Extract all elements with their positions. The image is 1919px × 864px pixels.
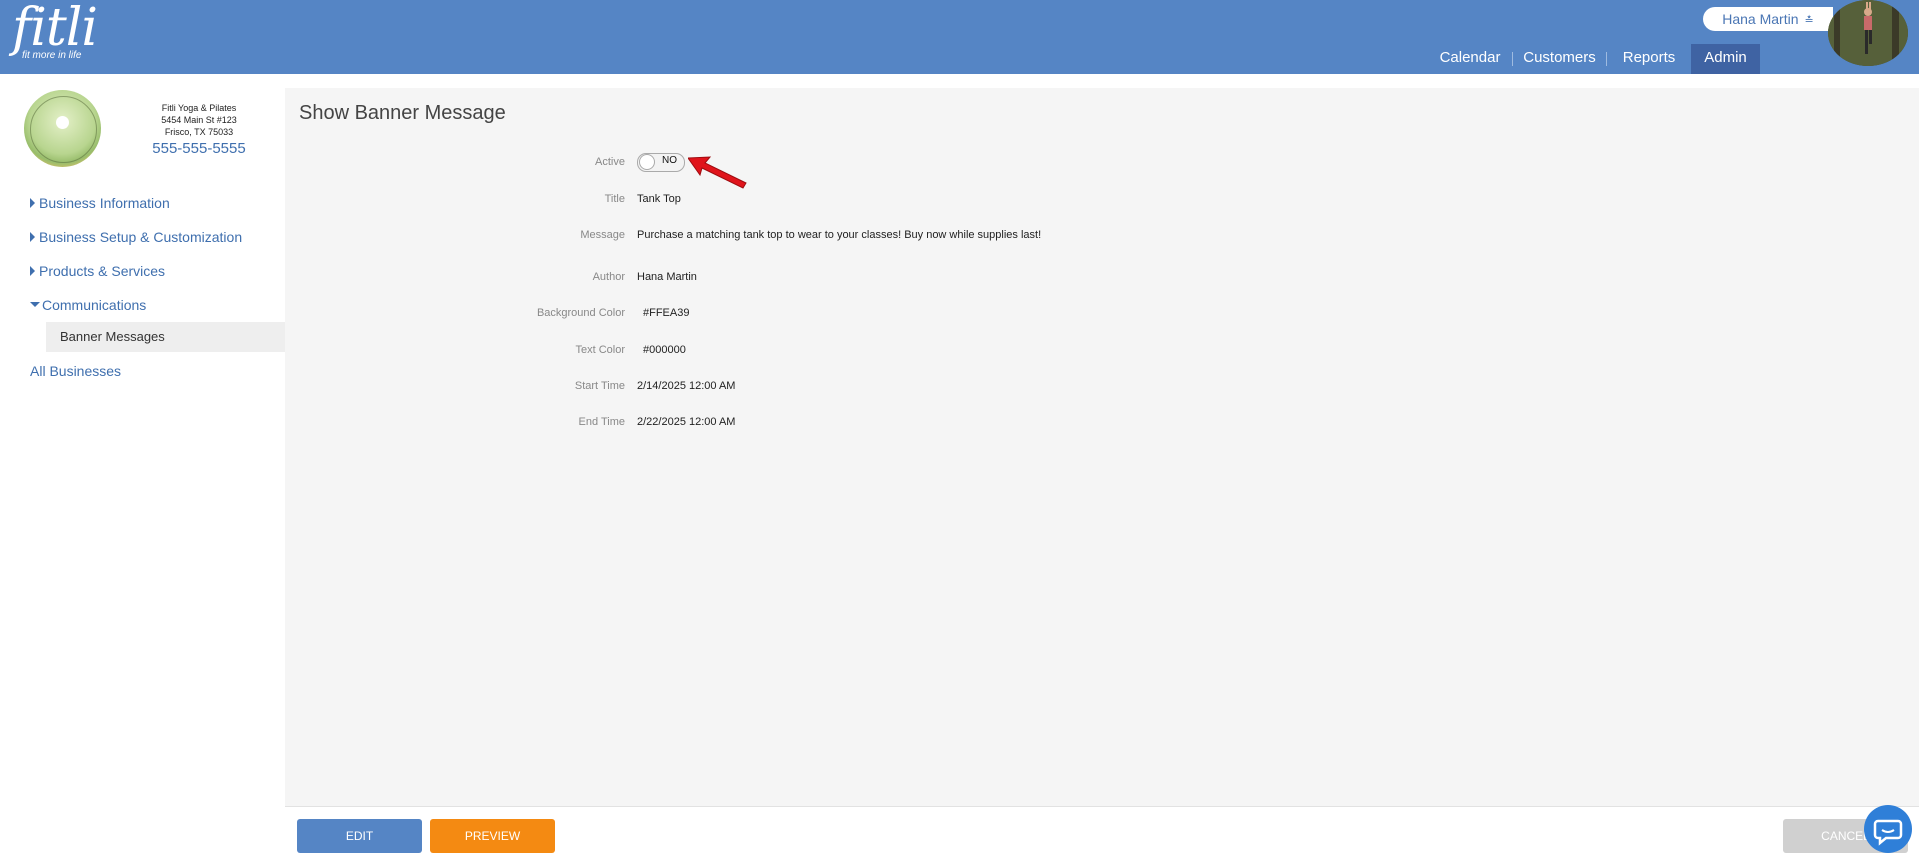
user-menu[interactable]: Hana Martin ≛: [1703, 7, 1833, 31]
logo-tagline: fit more in life: [22, 50, 82, 61]
business-phone[interactable]: 555-555-5555: [133, 140, 265, 157]
double-chevron-down-icon: ≛: [1804, 15, 1814, 27]
author-label: Author: [592, 271, 625, 283]
fitli-logo[interactable]: fitli fit more in life: [12, 0, 98, 61]
title-value: Tank Top: [637, 193, 681, 205]
page-title: Show Banner Message: [299, 102, 506, 124]
avatar[interactable]: [1828, 0, 1908, 66]
meditation-figure-icon: [56, 116, 69, 129]
chat-bubble-icon: [1873, 819, 1903, 846]
sidebar-item-business-setup[interactable]: Business Setup & Customization: [0, 220, 285, 254]
text-color-value: #000000: [643, 344, 686, 356]
sidebar-item-label: Products & Services: [39, 263, 166, 279]
sidebar-menu: Business Information Business Setup & Cu…: [0, 186, 285, 386]
logo-ring: [30, 96, 97, 163]
end-time-label: End Time: [578, 416, 625, 428]
sidebar-item-products-services[interactable]: Products & Services: [0, 254, 285, 288]
sidebar-item-communications[interactable]: Communications: [0, 288, 285, 322]
sidebar-item-label: Business Setup & Customization: [39, 229, 243, 245]
chat-support-button[interactable]: [1864, 805, 1912, 853]
annotation-arrow-icon: [688, 156, 747, 189]
nav-admin[interactable]: Admin: [1691, 44, 1760, 74]
active-label: Active: [595, 156, 625, 168]
logo-wordmark: fitli: [12, 0, 98, 58]
end-time-value: 2/22/2025 12:00 AM: [637, 416, 736, 428]
all-businesses-link[interactable]: All Businesses: [0, 356, 285, 386]
business-info: Fitli Yoga & Pilates 5454 Main St #123 F…: [133, 102, 265, 157]
business-address-line1: 5454 Main St #123: [161, 115, 237, 125]
sidebar-item-label: Business Information: [39, 195, 170, 211]
business-name: Fitli Yoga & Pilates: [161, 103, 237, 113]
background-color-value: #FFEA39: [643, 307, 690, 319]
business-logo: [24, 90, 101, 167]
sidebar-subitem-banner-messages[interactable]: Banner Messages: [46, 322, 285, 352]
sidebar-item-business-information[interactable]: Business Information: [0, 186, 285, 220]
start-time-label: Start Time: [574, 380, 625, 392]
business-address-line2: Frisco, TX 75033: [164, 127, 234, 137]
caret-right-icon: [30, 266, 35, 276]
toggle-knob: [639, 154, 655, 170]
caret-right-icon: [30, 232, 35, 242]
footer-divider: [285, 806, 1919, 807]
message-value: Purchase a matching tank top to wear to …: [637, 229, 1042, 241]
active-toggle[interactable]: NO: [637, 153, 685, 172]
author-value: Hana Martin: [637, 271, 697, 283]
nav-customers[interactable]: Customers: [1513, 44, 1606, 74]
top-navigation-bar: fitli fit more in life Hana Martin ≛ Cale…: [0, 0, 1919, 74]
caret-down-icon: [30, 302, 40, 307]
text-color-label: Text Color: [575, 344, 625, 356]
title-label: Title: [604, 193, 625, 205]
edit-button[interactable]: EDIT: [297, 819, 422, 853]
sidebar-item-label: Communications: [42, 297, 147, 313]
start-time-value: 2/14/2025 12:00 AM: [637, 380, 736, 392]
nav-reports[interactable]: Reports: [1607, 44, 1691, 74]
sidebar: Fitli Yoga & Pilates 5454 Main St #123 F…: [0, 74, 285, 864]
preview-button[interactable]: PREVIEW: [430, 819, 555, 853]
background-color-label: Background Color: [536, 307, 625, 319]
main-content: Show Banner Message Active NO Title Tank…: [285, 88, 1919, 806]
user-name: Hana Martin: [1722, 11, 1799, 27]
message-label: Message: [580, 229, 625, 241]
nav-calendar[interactable]: Calendar: [1428, 44, 1512, 74]
caret-right-icon: [30, 198, 35, 208]
toggle-state-text: NO: [662, 155, 677, 166]
